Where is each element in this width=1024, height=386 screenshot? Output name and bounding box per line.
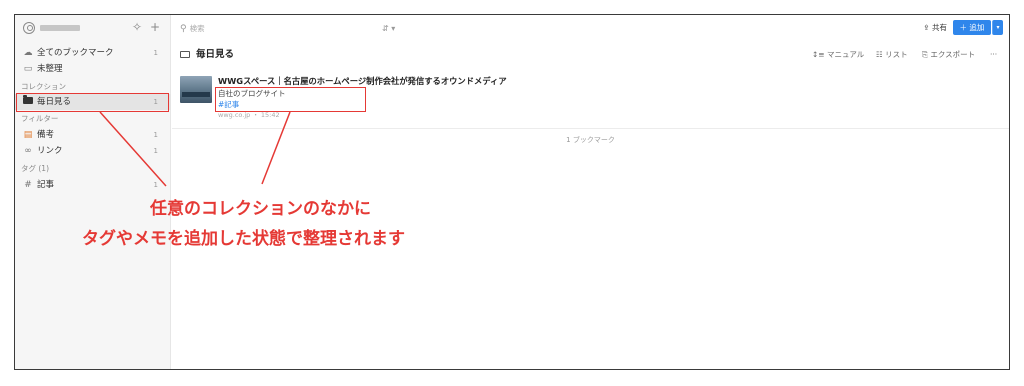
filters-heading: フィルター [21, 114, 59, 123]
annotation-line-1: 任意のコレクションのなかに [150, 199, 371, 219]
sidebar-item-filter-link[interactable]: ∞ リンク 1 [15, 143, 171, 159]
collection-header: 毎日見る ↕≡ マニュアル ☷ リスト ⎘ エクスポート ··· [172, 41, 1009, 69]
bookmark-item[interactable]: WWGスペース｜名古屋のホームページ制作会社が発信するオウンドメディア 自社のブ… [172, 72, 1009, 129]
add-icon[interactable]: + [150, 20, 160, 34]
link-icon: ∞ [24, 146, 32, 156]
sidebar-item-unsorted[interactable]: ▭ 未整理 [15, 61, 171, 77]
bookmark-count: 1 ブックマーク [566, 136, 615, 144]
page-title: 毎日見る [180, 48, 234, 62]
inbox-icon: ▭ [23, 64, 33, 74]
avatar[interactable] [23, 22, 35, 34]
note-icon: ▤ [23, 130, 33, 140]
highlight-box-bookmark [215, 87, 366, 112]
sidebar-item-tag-kiji[interactable]: # 記事 1 [15, 177, 171, 193]
sort-icon: ↕≡ [812, 50, 825, 59]
search-icon: ⚲ [180, 24, 187, 34]
more-menu-button[interactable]: ··· [990, 49, 997, 61]
sparkle-icon[interactable]: ✧ [132, 20, 142, 34]
export-icon: ⎘ [922, 50, 928, 59]
sidebar-item-filter-note[interactable]: ▤ 備考 1 [15, 127, 171, 143]
user-name-redacted [40, 25, 80, 31]
app-window: ✧ + ☁ 全てのブックマーク 1 ▭ 未整理 コレクション 毎日見る 1 フィ… [14, 14, 1010, 370]
sidebar-header: ✧ + [15, 15, 171, 41]
view-list-button[interactable]: ☷ リスト [876, 49, 908, 61]
folder-outline-icon [180, 51, 190, 58]
annotation-line-2: タグやメモを追加した状態で整理されます [82, 229, 405, 249]
add-button[interactable]: ＋ 追加 [953, 20, 991, 35]
list-icon: ☷ [876, 50, 883, 59]
collections-heading: コレクション [21, 82, 66, 91]
tags-heading: タグ (1) [21, 164, 50, 173]
bookmark-thumbnail [180, 76, 212, 103]
add-dropdown-icon[interactable]: ▾ [992, 20, 1003, 35]
sidebar-item-all-bookmarks[interactable]: ☁ 全てのブックマーク 1 [15, 45, 171, 61]
bookmark-title[interactable]: WWGスペース｜名古屋のホームページ制作会社が発信するオウンドメディア [218, 75, 507, 87]
share-icon: ⇪ [923, 23, 930, 32]
main-panel: ⚲ 検索 ⇵ ▾ ⇪ 共有 ＋ 追加 ▾ 毎日見る ↕≡ マニュアル ☷ リスト … [172, 15, 1009, 369]
export-button[interactable]: ⎘ エクスポート [922, 49, 975, 61]
highlight-box-collection [16, 93, 169, 112]
sort-manual-button[interactable]: ↕≡ マニュアル [812, 49, 864, 61]
sort-icon[interactable]: ⇵ ▾ [382, 22, 395, 36]
cloud-icon: ☁ [23, 48, 33, 58]
topbar: ⚲ 検索 ⇵ ▾ ⇪ 共有 ＋ 追加 ▾ [172, 15, 1009, 41]
hash-icon: # [24, 180, 32, 190]
sidebar: ✧ + ☁ 全てのブックマーク 1 ▭ 未整理 コレクション 毎日見る 1 フィ… [15, 15, 171, 369]
share-button[interactable]: ⇪ 共有 [923, 21, 947, 35]
